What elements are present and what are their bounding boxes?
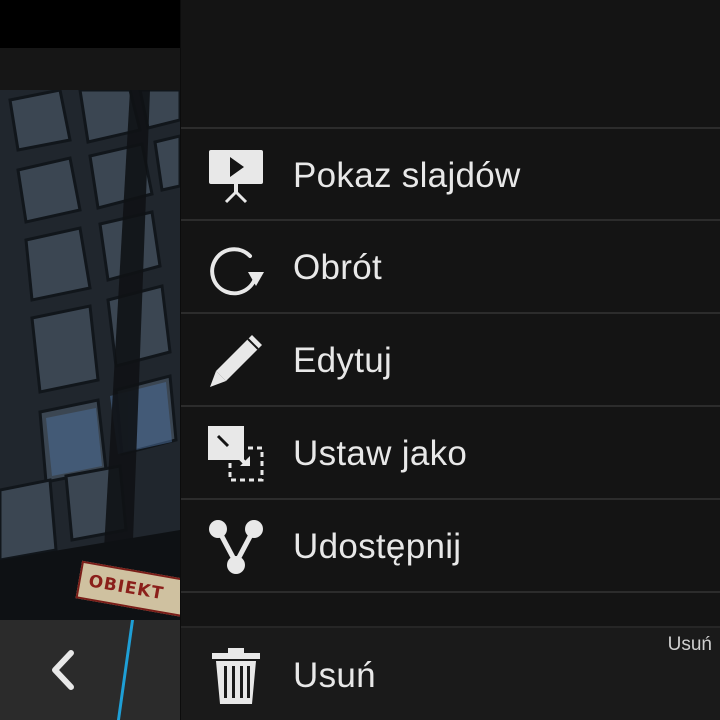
- menu-separator: [181, 626, 720, 628]
- menu-item-label: Pokaz slajdów: [293, 156, 521, 195]
- menu-separator: [181, 127, 720, 129]
- share-icon: [205, 516, 267, 578]
- menu-header: [181, 0, 720, 128]
- menu-item-slideshow[interactable]: Pokaz slajdów: [181, 130, 720, 222]
- menu-item-set-as[interactable]: Ustaw jako: [181, 408, 720, 500]
- accent-divider: [116, 620, 135, 720]
- menu-item-rotate[interactable]: Obrót: [181, 222, 720, 314]
- menu-separator: [181, 498, 720, 500]
- delete-tooltip: Usuń: [667, 634, 712, 655]
- set-as-icon: [205, 423, 267, 485]
- photo-preview[interactable]: OBIEKT: [0, 90, 180, 620]
- menu-item-label: Edytuj: [293, 341, 393, 380]
- pencil-icon: [205, 330, 267, 392]
- context-menu: Pokaz slajdów Obrót Edytuj Ustaw jako Ud…: [180, 0, 720, 720]
- menu-separator: [181, 312, 720, 314]
- slideshow-icon: [205, 145, 267, 207]
- photo-title-bar: [0, 48, 180, 90]
- menu-item-edit[interactable]: Edytuj: [181, 315, 720, 407]
- back-button[interactable]: [28, 640, 98, 700]
- chevron-left-icon: [52, 650, 74, 690]
- menu-item-label: Obrót: [293, 248, 383, 287]
- menu-item-share[interactable]: Udostępnij: [181, 501, 720, 593]
- menu-item-label: Udostępnij: [293, 527, 462, 566]
- photo-pane: OBIEKT: [0, 0, 180, 720]
- status-bar: [0, 0, 180, 48]
- trash-icon: [205, 645, 267, 707]
- menu-separator: [181, 219, 720, 221]
- menu-item-label: Ustaw jako: [293, 434, 468, 473]
- building-photo-graphic: [0, 90, 180, 620]
- menu-item-label: Usuń: [293, 656, 376, 695]
- menu-separator: [181, 591, 720, 593]
- rotate-icon: [205, 237, 267, 299]
- menu-item-delete[interactable]: Usuń: [181, 630, 720, 720]
- bottom-toolbar: [0, 620, 180, 720]
- menu-separator: [181, 405, 720, 407]
